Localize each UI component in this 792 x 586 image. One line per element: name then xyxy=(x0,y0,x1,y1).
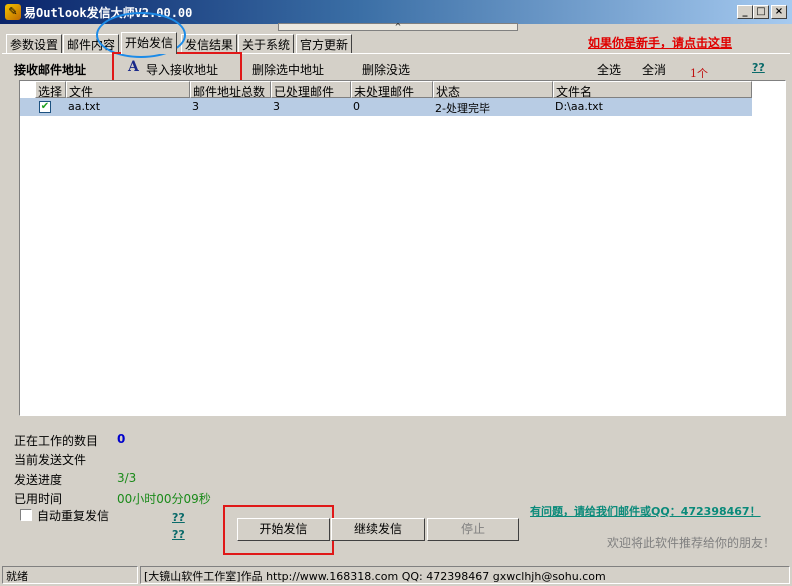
row-total: 3 xyxy=(192,100,199,113)
recommend-text: 欢迎将此软件推荐给你的朋友！ xyxy=(607,536,776,550)
minimize-button[interactable]: _ xyxy=(737,5,753,19)
working-count-label: 正在工作的数目 xyxy=(14,434,99,448)
selected-count: 1个 xyxy=(690,67,708,80)
start-send-button[interactable]: 开始发信 xyxy=(237,518,330,541)
import-address-button[interactable]: A 导入接收地址 xyxy=(124,58,234,78)
delete-selected-button[interactable]: 删除选中地址 xyxy=(252,61,324,78)
status-state: 就绪 xyxy=(2,566,138,584)
font-a-icon: A xyxy=(128,59,139,75)
progress-value: 3/3 xyxy=(117,471,137,485)
table-row[interactable]: ✔ aa.txt 3 3 0 2-处理完毕 D:\aa.txt xyxy=(20,98,752,116)
current-file-label: 当前发送文件 xyxy=(14,453,87,467)
app-icon[interactable]: ✎ xyxy=(5,4,21,20)
row-unprocessed: 0 xyxy=(353,100,360,113)
elapsed-value: 00小时00分09秒 xyxy=(117,492,211,506)
progress-label: 发送进度 xyxy=(14,473,63,487)
collapse-gripper[interactable]: ^ xyxy=(278,23,518,31)
row-checkbox[interactable]: ✔ xyxy=(39,101,51,113)
deselect-all-button[interactable]: 全消 xyxy=(642,61,666,78)
tab-official-update[interactable]: 官方更新 xyxy=(296,34,353,53)
delete-unchecked-button[interactable]: 删除没选 xyxy=(362,61,410,78)
tab-start-sending[interactable]: 开始发信 xyxy=(121,32,178,54)
row-file: aa.txt xyxy=(68,100,101,113)
col-file[interactable]: 文件 xyxy=(66,81,190,98)
status-credits: [大镜山软件工作室]作品 http://www.168318.com QQ: 4… xyxy=(140,566,790,584)
tab-send-results[interactable]: 发信结果 xyxy=(181,34,238,53)
col-status[interactable]: 状态 xyxy=(433,81,553,98)
col-processed[interactable]: 已处理邮件 xyxy=(271,81,351,98)
recipient-section-label: 接收邮件地址 xyxy=(14,63,87,77)
stop-button[interactable]: 停止 xyxy=(427,518,519,541)
toolbar-help-link[interactable]: ?? xyxy=(752,61,765,74)
help-link-2[interactable]: ?? xyxy=(172,528,185,541)
col-total-addresses[interactable]: 邮件地址总数 xyxy=(190,81,271,98)
newbie-help-link[interactable]: 如果你是新手，请点击这里 xyxy=(588,34,732,51)
close-button[interactable]: × xyxy=(771,5,787,19)
recipient-file-list[interactable]: 选择 文件 邮件地址总数 已处理邮件 未处理邮件 状态 文件名 ✔ aa.txt… xyxy=(19,80,786,416)
select-all-button[interactable]: 全选 xyxy=(597,61,621,78)
continue-send-button[interactable]: 继续发信 xyxy=(331,518,425,541)
auto-repeat-label[interactable]: 自动重复发信 xyxy=(37,507,109,524)
maximize-button[interactable]: □ xyxy=(753,5,769,19)
col-filename[interactable]: 文件名 xyxy=(553,81,752,98)
row-filename: D:\aa.txt xyxy=(555,100,603,113)
elapsed-label: 已用时间 xyxy=(14,492,63,506)
row-status: 2-处理完毕 xyxy=(435,102,490,115)
row-processed: 3 xyxy=(273,100,280,113)
tab-about[interactable]: 关于系统 xyxy=(238,34,295,53)
col-select[interactable]: 选择 xyxy=(35,81,66,98)
auto-repeat-checkbox[interactable] xyxy=(20,509,32,521)
tab-params[interactable]: 参数设置 xyxy=(6,34,63,53)
contact-help-link[interactable]: 有问题，请给我们邮件或QQ：472398467！ xyxy=(530,503,761,519)
col-unprocessed[interactable]: 未处理邮件 xyxy=(351,81,433,98)
working-count-value: 0 xyxy=(117,432,126,446)
import-address-label: 导入接收地址 xyxy=(146,63,219,77)
help-link-1[interactable]: ?? xyxy=(172,511,185,524)
